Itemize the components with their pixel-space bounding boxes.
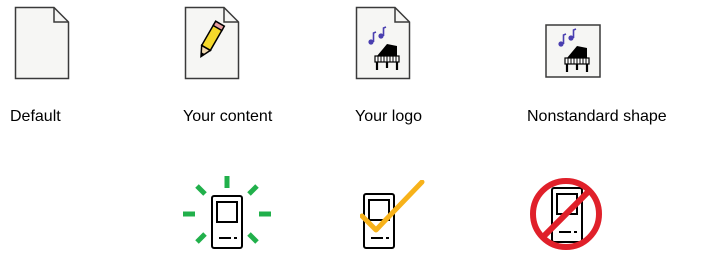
default-label: Default — [10, 108, 61, 125]
pencil-document-icon — [184, 6, 240, 80]
piano-logo-document-icon — [355, 6, 411, 80]
default-document-icon — [14, 6, 70, 80]
piano-logo-square-icon — [545, 24, 601, 78]
handheld-device-checked-icon — [360, 180, 426, 252]
handheld-device-glowing-icon — [181, 176, 273, 252]
your-logo-label: Your logo — [355, 108, 423, 125]
your-content-label: Your content — [183, 108, 273, 125]
handheld-device-prohibited-icon — [528, 176, 604, 252]
nonstandard-shape-label: Nonstandard shape — [527, 108, 667, 125]
